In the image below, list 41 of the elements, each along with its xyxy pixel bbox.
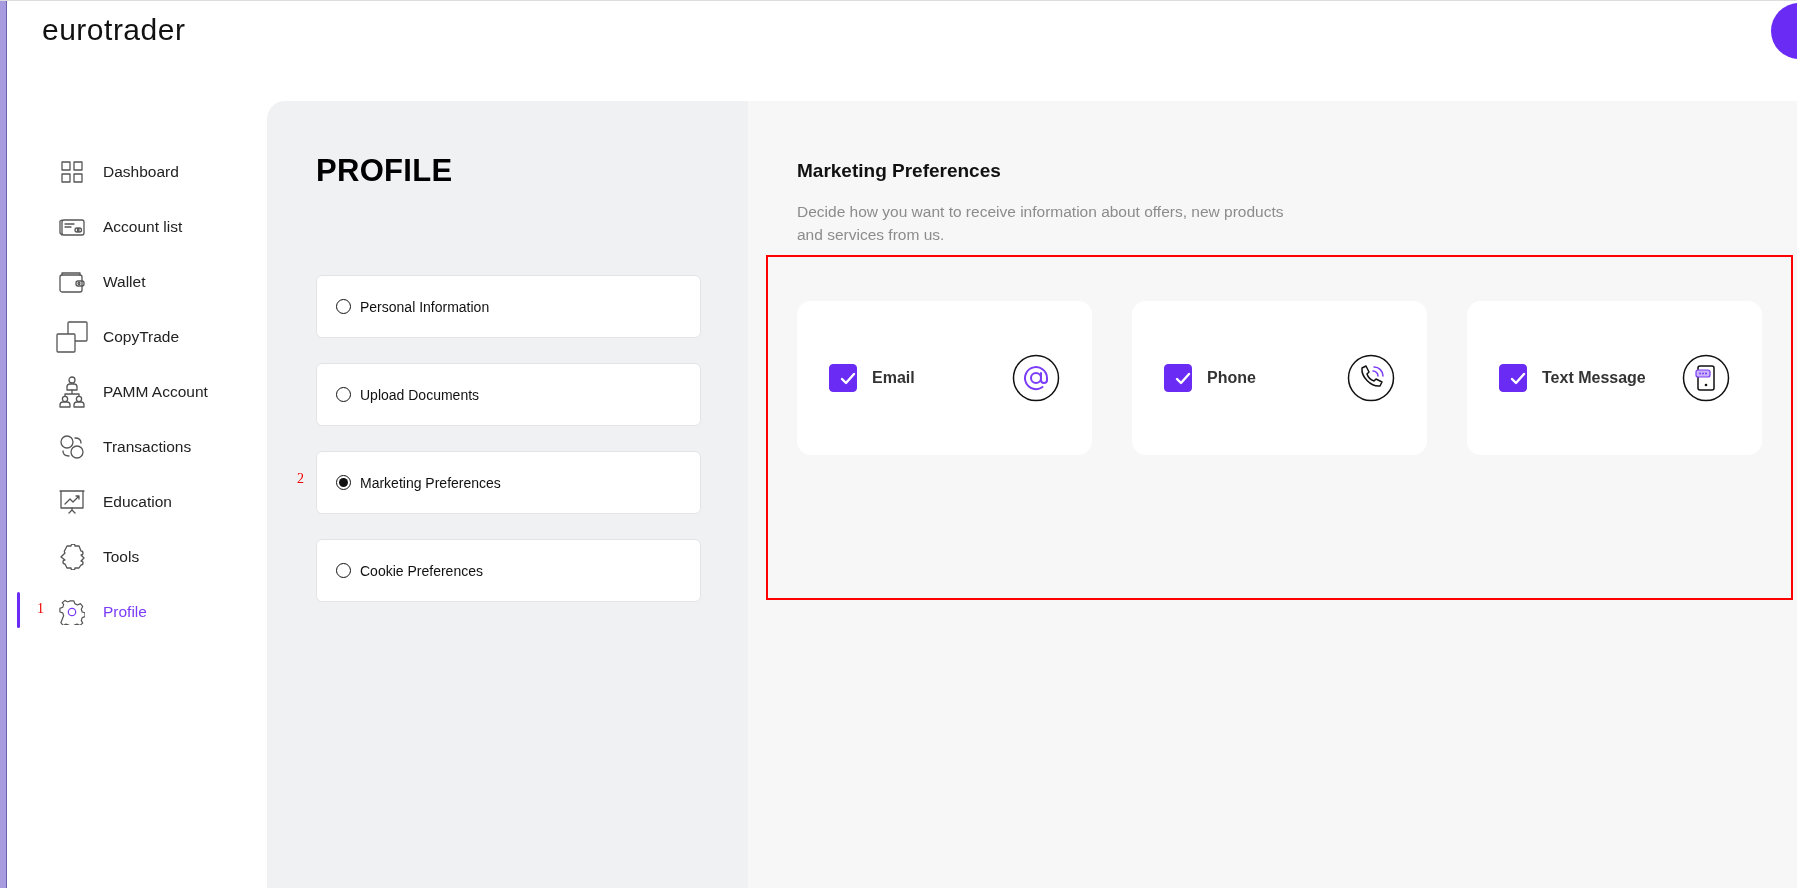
checkbox[interactable] xyxy=(829,364,857,392)
section-option[interactable]: Marketing Preferences xyxy=(316,451,701,514)
brand-logo[interactable]: eurotrader xyxy=(42,13,186,47)
check-icon xyxy=(1175,371,1191,385)
section-option[interactable]: Personal Information xyxy=(316,275,701,338)
nav-item[interactable]: Education xyxy=(51,474,267,529)
wallet-icon xyxy=(59,270,85,293)
section-description: Decide how you want to receive information about offers, new products and services from us. xyxy=(797,202,1285,245)
nav-item[interactable]: Account list xyxy=(51,199,267,254)
nav-item[interactable]: Dashboard xyxy=(51,144,267,199)
channel-label: Email xyxy=(872,369,915,387)
channel-label: Text Message xyxy=(1542,369,1646,387)
squares-icon xyxy=(56,320,88,353)
nav-item[interactable]: Profile xyxy=(51,584,267,639)
nav-item[interactable]: PAMM Account xyxy=(51,364,267,419)
phone-icon xyxy=(1347,354,1395,402)
check-icon xyxy=(840,371,856,385)
annotation-number: 2 xyxy=(297,471,304,487)
nav-item[interactable]: Transactions xyxy=(51,419,267,474)
at-icon xyxy=(1012,354,1060,402)
card-icon xyxy=(59,216,85,237)
page-title: PROFILE xyxy=(316,153,453,189)
nav-item[interactable]: Tools xyxy=(51,529,267,584)
grid-icon xyxy=(61,160,83,183)
section-heading: Marketing Preferences xyxy=(797,160,1001,182)
chart-board-icon xyxy=(59,488,85,515)
section-option[interactable]: Cookie Preferences xyxy=(316,539,701,602)
people-icon xyxy=(59,375,85,408)
annotation-number: 1 xyxy=(37,601,44,617)
checkbox[interactable] xyxy=(1164,364,1192,392)
channel-label: Phone xyxy=(1207,369,1256,387)
nav-item[interactable]: Wallet xyxy=(51,254,267,309)
puzzle-icon xyxy=(58,543,86,570)
section-option[interactable]: Upload Documents xyxy=(316,363,701,426)
coins-icon xyxy=(59,434,85,459)
checkbox[interactable] xyxy=(1499,364,1527,392)
nav-item[interactable]: CopyTrade xyxy=(51,309,267,364)
active-indicator xyxy=(17,592,20,628)
check-icon xyxy=(1510,371,1526,385)
gear-icon xyxy=(59,598,85,625)
phone-message-icon xyxy=(1682,354,1730,402)
